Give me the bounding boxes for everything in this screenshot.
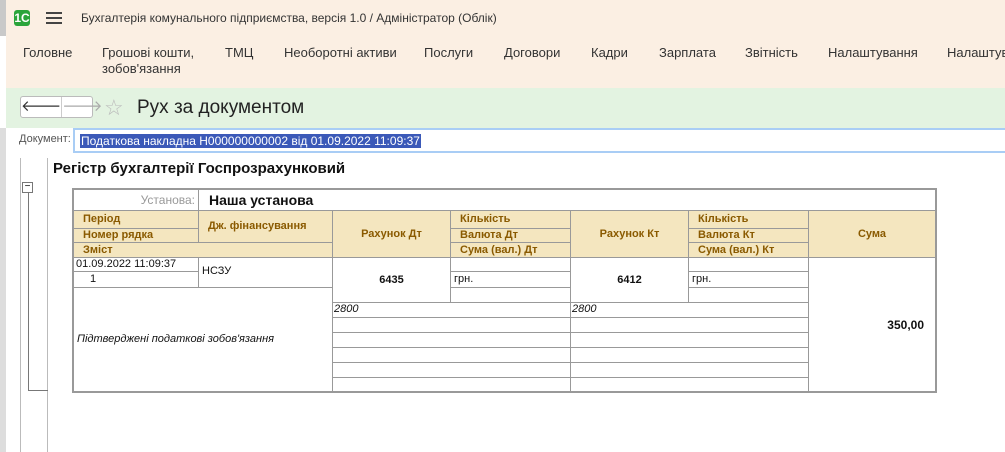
- register-title: Регістр бухгалтерії Госпрозрахунковий: [53, 160, 346, 177]
- header-sum: Сума: [808, 210, 936, 258]
- menu-icon[interactable]: [46, 12, 62, 24]
- cell-cur-kt: грн.: [688, 271, 809, 288]
- back-button[interactable]: 🡐: [21, 97, 61, 117]
- menu-contracts[interactable]: Договори: [504, 45, 560, 61]
- menu-services[interactable]: Послуги: [424, 45, 473, 61]
- document-label: Документ:: [19, 133, 71, 145]
- menu-settings-2[interactable]: Налаштування: [947, 45, 1005, 61]
- cell-row-no: 1: [73, 271, 199, 288]
- cell-content: Підтверджені податкові зобов'язання: [73, 287, 333, 392]
- menu-tmc[interactable]: ТМЦ: [225, 45, 253, 61]
- header-qty-kt: Кількість: [688, 210, 809, 229]
- document-value: Податкова накладна Н000000000002 від 01.…: [80, 134, 421, 148]
- header-content: Зміст: [73, 242, 333, 258]
- menu-cash[interactable]: Грошові кошти, зобов'язання: [102, 45, 194, 77]
- app-logo-icon: 1С: [14, 10, 30, 26]
- group-line: [28, 390, 48, 391]
- institution-label: Установа:: [73, 189, 199, 211]
- main-menu: Головне Грошові кошти, зобов'язання ТМЦ …: [6, 36, 1005, 88]
- page-title: Рух за документом: [137, 97, 305, 118]
- cell-period: 01.09.2022 11:09:37: [73, 257, 199, 272]
- header-row-no: Номер рядка: [73, 228, 199, 243]
- header-sum-cur-kt: Сума (вал.) Кт: [688, 242, 809, 258]
- group-line: [28, 193, 29, 390]
- cell-fund: НСЗУ: [198, 257, 333, 288]
- report-frame-line: [47, 158, 48, 452]
- cell-qty-kt: [688, 257, 809, 272]
- institution-value: Наша установа: [198, 189, 936, 211]
- cell-subconto-dt-3: [332, 332, 571, 348]
- cell-subconto-dt-4: [332, 347, 571, 363]
- nav-buttons: 🡐 🡒: [20, 96, 102, 118]
- menu-salary[interactable]: Зарплата: [659, 45, 716, 61]
- cell-subconto-kt-2: [570, 317, 809, 333]
- header-fund: Дж. фінансування: [198, 210, 333, 243]
- collapse-group-icon[interactable]: −: [22, 182, 33, 193]
- cell-subconto-kt-3: [570, 332, 809, 348]
- cell-qty-dt: [450, 257, 571, 272]
- cell-subconto-dt-5: [332, 362, 571, 378]
- forward-button[interactable]: 🡒: [61, 97, 102, 117]
- cell-subconto-kt-6: [570, 377, 809, 392]
- report-frame-line: [20, 158, 21, 452]
- document-field[interactable]: Податкова накладна Н000000000002 від 01.…: [73, 128, 1005, 153]
- cell-acc-dt: 6435: [332, 257, 451, 303]
- header-period: Період: [73, 210, 199, 229]
- header-sum-cur-dt: Сума (вал.) Дт: [450, 242, 571, 258]
- menu-hr[interactable]: Кадри: [591, 45, 628, 61]
- cell-sum-cur-dt: [450, 287, 571, 303]
- menu-reports[interactable]: Звітність: [745, 45, 798, 61]
- app-title: Бухгалтерія комунального підприємства, в…: [81, 11, 497, 25]
- menu-fixed-assets[interactable]: Необоротні активи: [284, 45, 397, 61]
- cell-subconto-kt-5: [570, 362, 809, 378]
- cell-subconto-dt-2: [332, 317, 571, 333]
- header-cur-dt: Валюта Дт: [450, 228, 571, 243]
- header-cur-kt: Валюта Кт: [688, 228, 809, 243]
- cell-subconto-kt-1: 2800: [570, 302, 809, 318]
- cell-cur-dt: грн.: [450, 271, 571, 288]
- cell-subconto-dt-1: 2800: [332, 302, 571, 318]
- header-qty-dt: Кількість: [450, 210, 571, 229]
- favorite-star-icon[interactable]: ☆: [104, 95, 124, 121]
- cell-sum: 350,00: [808, 257, 936, 392]
- left-edge: [0, 128, 6, 452]
- header-acc-dt: Рахунок Дт: [332, 210, 451, 258]
- header-acc-kt: Рахунок Кт: [570, 210, 689, 258]
- menu-settings[interactable]: Налаштування: [828, 45, 918, 61]
- cell-acc-kt: 6412: [570, 257, 689, 303]
- cell-subconto-kt-4: [570, 347, 809, 363]
- cell-subconto-dt-6: [332, 377, 571, 392]
- menu-main[interactable]: Головне: [23, 45, 72, 61]
- cell-sum-cur-kt: [688, 287, 809, 303]
